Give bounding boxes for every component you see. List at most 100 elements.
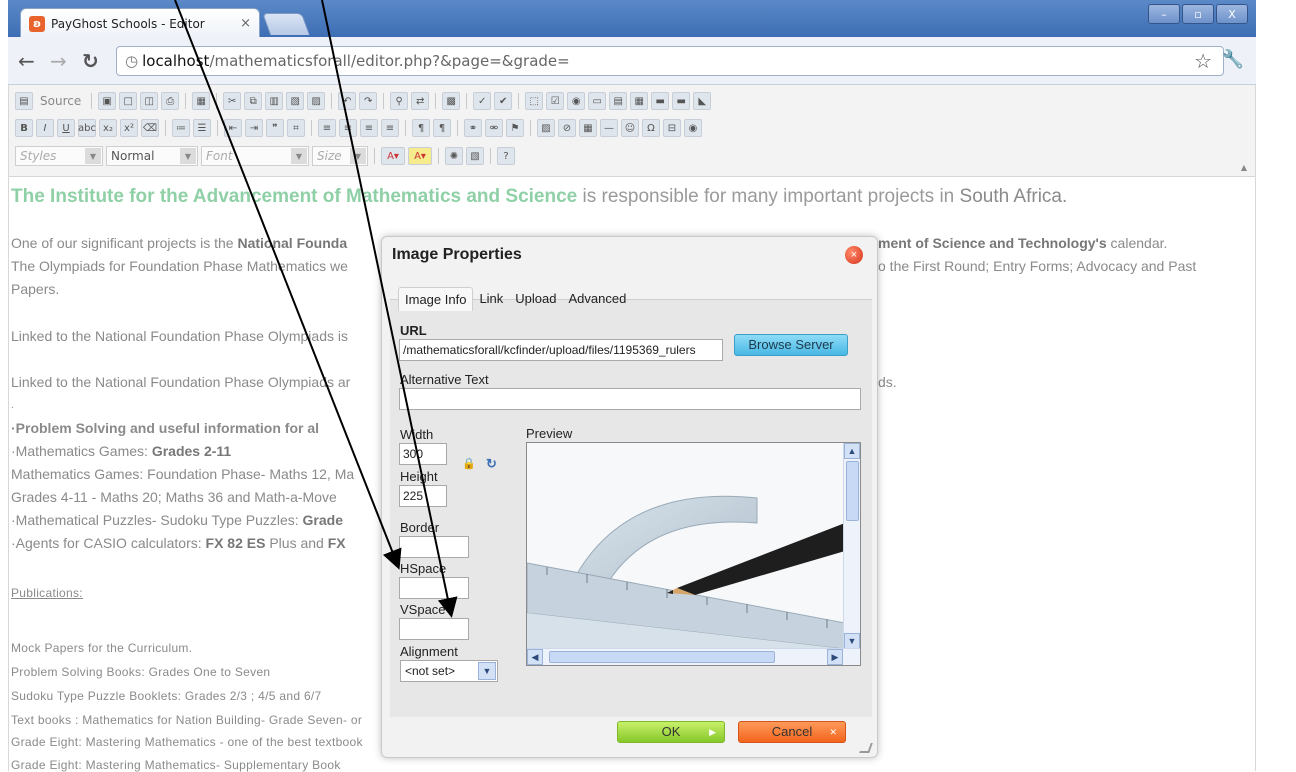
alt-text-input[interactable] — [399, 388, 861, 410]
hidden-field-icon[interactable]: ◣ — [693, 92, 712, 110]
ok-button[interactable]: OK ▶ — [617, 721, 725, 743]
image-icon[interactable]: ▨ — [537, 119, 555, 137]
resize-grip-icon[interactable] — [859, 743, 873, 753]
button-field-icon[interactable]: ▬ — [651, 92, 670, 110]
size-dropdown[interactable]: Size ▼ — [312, 146, 368, 166]
close-window-button[interactable]: X — [1216, 4, 1248, 24]
spellcheck-as-you-type-icon[interactable]: ✔ — [494, 92, 513, 110]
width-input[interactable]: 300 — [399, 443, 447, 465]
source-button[interactable]: Source — [36, 92, 85, 110]
horizontal-rule-icon[interactable]: — — [600, 119, 618, 137]
vspace-input[interactable] — [399, 618, 469, 640]
new-page-icon[interactable]: □ — [119, 92, 138, 110]
maximize-icon[interactable]: ✺ — [445, 147, 463, 165]
find-icon[interactable]: ⚲ — [390, 92, 409, 110]
italic-icon[interactable]: I — [36, 119, 54, 137]
border-input[interactable] — [399, 536, 469, 558]
maximize-button[interactable]: ▫ — [1182, 4, 1214, 24]
iframe-icon[interactable]: ◉ — [684, 119, 702, 137]
ltr-icon[interactable]: ¶ — [412, 119, 430, 137]
anchor-icon[interactable]: ⚑ — [506, 119, 524, 137]
outdent-icon[interactable]: ⇤ — [224, 119, 242, 137]
replace-icon[interactable]: ⇄ — [411, 92, 430, 110]
div-container-icon[interactable]: ⌗ — [287, 119, 305, 137]
flash-icon[interactable]: ⊘ — [558, 119, 576, 137]
address-bar[interactable]: ◷ localhost /mathematicsforall/editor.ph… — [116, 46, 1224, 76]
redo-icon[interactable]: ↷ — [359, 92, 378, 110]
textarea-icon[interactable]: ▤ — [609, 92, 628, 110]
preview-horizontal-scrollbar[interactable]: ◀ ▶ — [527, 648, 860, 665]
page-info-icon[interactable]: ◷ — [125, 52, 138, 70]
chevron-up-icon[interactable]: ▲ — [844, 443, 860, 459]
select-all-icon[interactable]: ▩ — [442, 92, 461, 110]
minimize-button[interactable]: – — [1148, 4, 1180, 24]
print-icon[interactable]: ⎙ — [161, 92, 180, 110]
table-icon[interactable]: ▦ — [579, 119, 597, 137]
preview-icon[interactable]: ◫ — [140, 92, 159, 110]
link-icon[interactable]: ⚭ — [464, 119, 482, 137]
browse-server-button[interactable]: Browse Server — [734, 334, 848, 356]
bulleted-list-icon[interactable]: ☰ — [193, 119, 211, 137]
form-icon[interactable]: ⬚ — [525, 92, 544, 110]
save-icon[interactable]: ▣ — [98, 92, 117, 110]
page-break-icon[interactable]: ⊟ — [663, 119, 681, 137]
paste-text-icon[interactable]: ▧ — [286, 92, 305, 110]
special-char-icon[interactable]: Ω — [642, 119, 660, 137]
alignment-select[interactable]: <not set> ▼ — [400, 660, 498, 682]
preview-vertical-scrollbar[interactable]: ▲ ▼ — [843, 443, 860, 649]
tab-link[interactable]: Link — [473, 287, 509, 311]
background-color-icon[interactable]: A▾ — [408, 147, 432, 165]
checkbox-icon[interactable]: ☑ — [546, 92, 565, 110]
radio-icon[interactable]: ◉ — [567, 92, 586, 110]
copy-icon[interactable]: ⧉ — [244, 92, 263, 110]
subscript-icon[interactable]: x₂ — [99, 119, 117, 137]
textfield-icon[interactable]: ▭ — [588, 92, 607, 110]
close-icon[interactable]: × — [845, 246, 863, 264]
indent-icon[interactable]: ⇥ — [245, 119, 263, 137]
lock-ratio-icon[interactable]: 🔒 — [462, 457, 476, 470]
superscript-icon[interactable]: x² — [120, 119, 138, 137]
show-blocks-icon[interactable]: ▧ — [466, 147, 484, 165]
undo-icon[interactable]: ↶ — [338, 92, 357, 110]
chevron-right-icon[interactable]: ▶ — [827, 649, 843, 665]
strike-icon[interactable]: abc — [78, 119, 96, 137]
cut-icon[interactable]: ✂ — [223, 92, 242, 110]
format-dropdown[interactable]: Normal ▼ — [106, 146, 198, 166]
font-dropdown[interactable]: Font ▼ — [201, 146, 309, 166]
remove-format-icon[interactable]: ⌫ — [141, 119, 159, 137]
reload-icon[interactable]: ↻ — [82, 49, 99, 73]
align-left-icon[interactable]: ≡ — [318, 119, 336, 137]
blockquote-icon[interactable]: ❞ — [266, 119, 284, 137]
back-arrow-icon[interactable]: ← — [18, 49, 35, 73]
wrench-menu-icon[interactable]: 🔧 — [1222, 49, 1244, 70]
align-right-icon[interactable]: ≡ — [360, 119, 378, 137]
new-tab-button[interactable] — [261, 13, 311, 35]
browser-tab[interactable]: ʚ PayGhost Schools - Editor × — [20, 8, 260, 38]
text-color-icon[interactable]: A▾ — [381, 147, 405, 165]
help-icon[interactable]: ? — [497, 147, 515, 165]
rtl-icon[interactable]: ¶ — [433, 119, 451, 137]
hspace-input[interactable] — [399, 577, 469, 599]
styles-dropdown[interactable]: Styles ▼ — [15, 146, 103, 166]
align-center-icon[interactable]: ≡ — [339, 119, 357, 137]
forward-arrow-icon[interactable]: → — [50, 49, 67, 73]
collapse-toolbar-icon[interactable]: ▲ — [1241, 163, 1247, 172]
chevron-down-icon[interactable]: ▼ — [844, 633, 860, 649]
templates-icon[interactable]: ▦ — [192, 92, 211, 110]
tab-image-info[interactable]: Image Info — [398, 287, 474, 311]
spellcheck-icon[interactable]: ✓ — [473, 92, 492, 110]
image-button-icon[interactable]: ▬ — [672, 92, 691, 110]
numbered-list-icon[interactable]: ≔ — [172, 119, 190, 137]
reset-size-icon[interactable]: ↻ — [486, 456, 497, 472]
smiley-icon[interactable]: ☺ — [621, 119, 639, 137]
bold-icon[interactable]: B — [15, 119, 33, 137]
select-field-icon[interactable]: ▦ — [630, 92, 649, 110]
paste-icon[interactable]: ▥ — [265, 92, 284, 110]
paste-word-icon[interactable]: ▨ — [307, 92, 326, 110]
tab-upload[interactable]: Upload — [509, 287, 562, 311]
chevron-left-icon[interactable]: ◀ — [527, 649, 543, 665]
unlink-icon[interactable]: ⚮ — [485, 119, 503, 137]
vertical-scroll-thumb[interactable] — [846, 461, 859, 521]
cancel-button[interactable]: Cancel ✕ — [738, 721, 846, 743]
url-input[interactable]: /mathematicsforall/kcfinder/upload/files… — [399, 339, 723, 361]
